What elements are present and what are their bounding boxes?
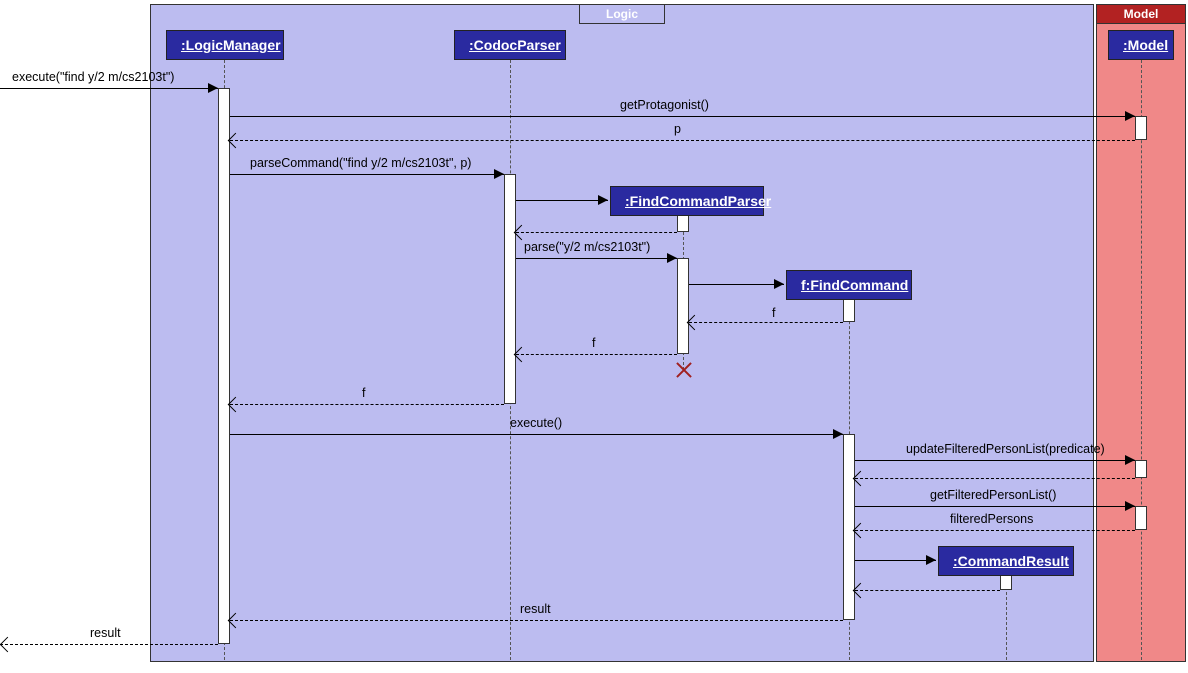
arrow-execute-in xyxy=(0,88,218,89)
activation-fcp-parse xyxy=(677,258,689,354)
arrowhead-getprotagonist xyxy=(1125,111,1135,121)
arrow-update-ret xyxy=(855,478,1135,479)
arrowhead-execute xyxy=(833,429,843,439)
arrowhead-create-cr xyxy=(926,555,936,565)
arrowhead-create-fcp xyxy=(598,195,608,205)
participant-findcommandparser: :FindCommandParser xyxy=(610,186,764,216)
msg-result2: result xyxy=(90,626,121,640)
msg-result1: result xyxy=(520,602,551,616)
arrow-create-cr xyxy=(855,560,936,561)
activation-model-update xyxy=(1135,460,1147,478)
arrowhead-execute-in xyxy=(208,83,218,93)
activation-codocparser xyxy=(504,174,516,404)
arrow-create-cr-ret xyxy=(855,590,1000,591)
arrow-result1 xyxy=(230,620,843,621)
arrowhead-create-fc xyxy=(774,279,784,289)
participant-commandresult: :CommandResult xyxy=(938,546,1074,576)
participant-logicmanager: :LogicManager xyxy=(166,30,284,60)
msg-parse: parse("y/2 m/cs2103t") xyxy=(524,240,650,254)
arrow-update xyxy=(855,460,1135,461)
arrow-create-fcp-ret xyxy=(516,232,677,233)
arrow-getlist xyxy=(855,506,1135,507)
msg-f2: f xyxy=(592,336,595,350)
msg-p: p xyxy=(674,122,681,136)
frame-model-label: Model xyxy=(1097,5,1185,24)
arrow-create-fc xyxy=(689,284,784,285)
arrowhead-update xyxy=(1125,455,1135,465)
arrow-getprotagonist xyxy=(230,116,1135,117)
msg-update: updateFilteredPersonList(predicate) xyxy=(906,442,1105,456)
arrow-f2 xyxy=(516,354,677,355)
arrowhead-parse xyxy=(667,253,677,263)
msg-parsecommand: parseCommand("find y/2 m/cs2103t", p) xyxy=(250,156,471,170)
arrow-parsecommand xyxy=(230,174,504,175)
arrowhead-getlist xyxy=(1125,501,1135,511)
arrow-parse xyxy=(516,258,677,259)
arrow-create-fcp xyxy=(516,200,608,201)
participant-codocparser: :CodocParser xyxy=(454,30,566,60)
arrow-f1 xyxy=(689,322,843,323)
msg-getprotagonist: getProtagonist() xyxy=(620,98,709,112)
frame-logic-label: Logic xyxy=(579,5,665,24)
activation-model-getprot xyxy=(1135,116,1147,140)
activation-fc-execute xyxy=(843,434,855,620)
activation-model-getlist xyxy=(1135,506,1147,530)
msg-filtered: filteredPersons xyxy=(950,512,1033,526)
msg-execute: execute() xyxy=(510,416,562,430)
participant-model: :Model xyxy=(1108,30,1174,60)
arrowhead-parsecommand xyxy=(494,169,504,179)
msg-execute-in: execute("find y/2 m/cs2103t") xyxy=(12,70,174,84)
lifeline-model xyxy=(1141,60,1142,660)
arrow-execute xyxy=(230,434,843,435)
msg-f1: f xyxy=(772,306,775,320)
arrow-p xyxy=(230,140,1135,141)
arrow-f3 xyxy=(230,404,504,405)
destroy-fcp xyxy=(673,360,693,380)
activation-logicmanager xyxy=(218,88,230,644)
participant-findcommand: f:FindCommand xyxy=(786,270,912,300)
msg-f3: f xyxy=(362,386,365,400)
msg-getlist: getFilteredPersonList() xyxy=(930,488,1056,502)
arrow-result2 xyxy=(0,644,218,645)
arrow-filtered xyxy=(855,530,1135,531)
